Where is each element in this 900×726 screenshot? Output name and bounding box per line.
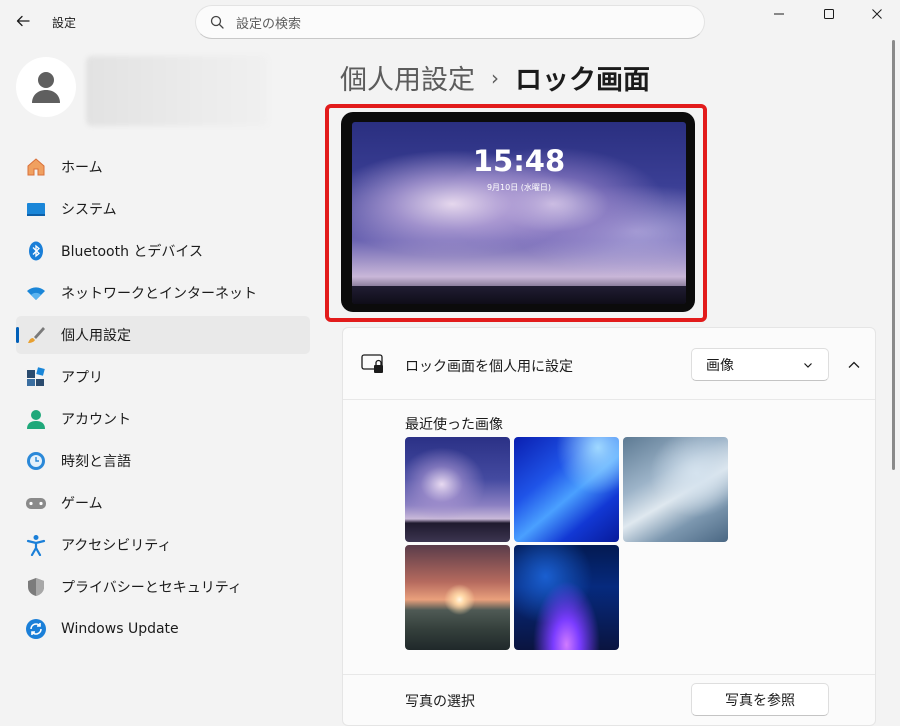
sidebar-item-label: 個人用設定 [61, 328, 131, 344]
time-language-icon [24, 449, 48, 473]
sidebar-nav: ホーム システム Bluetooth とデバイス ネットワークとインターネット … [16, 148, 310, 652]
back-arrow-icon [16, 15, 30, 27]
sidebar-item-accessibility[interactable]: アクセシビリティ [16, 526, 310, 564]
sidebar-item-label: Bluetooth とデバイス [61, 244, 203, 260]
sidebar-item-system[interactable]: システム [16, 190, 310, 228]
breadcrumb: 個人用設定 › ロック画面 [340, 58, 650, 97]
recent-image-5[interactable] [514, 545, 619, 650]
user-icon [32, 72, 60, 103]
system-icon [24, 197, 48, 221]
sidebar-item-personalization[interactable]: 個人用設定 [16, 316, 310, 354]
shield-icon [24, 575, 48, 599]
sidebar-item-label: ホーム [61, 160, 103, 176]
background-type-dropdown[interactable]: 画像 [691, 348, 829, 381]
sidebar-item-network[interactable]: ネットワークとインターネット [16, 274, 310, 312]
sidebar-item-label: 時刻と言語 [61, 454, 131, 470]
preview-horizon [352, 286, 686, 304]
search-input[interactable]: 設定の検索 [236, 13, 301, 32]
close-button[interactable] [862, 4, 892, 24]
close-icon [872, 9, 882, 19]
update-icon [24, 617, 48, 641]
sidebar-item-windows-update[interactable]: Windows Update [16, 610, 310, 648]
profile-info-blurred [86, 56, 268, 126]
scrollbar[interactable] [892, 40, 895, 470]
lock-screen-settings-card: ロック画面を個人用に設定 画像 最近使った画像 写真の選択 写真を参照 [342, 327, 876, 726]
search-box[interactable]: 設定の検索 [195, 5, 705, 39]
wifi-icon [24, 281, 48, 305]
preview-clock-date: 9月10日 (水曜日) [486, 183, 552, 192]
minimize-button[interactable] [764, 4, 794, 24]
brush-icon [24, 323, 48, 347]
preview-clock-time: 15:48 [472, 144, 566, 178]
photo-select-label: 写真の選択 [405, 694, 475, 710]
lock-screen-icon [361, 354, 383, 373]
avatar[interactable] [16, 57, 76, 117]
back-button[interactable] [8, 6, 38, 36]
recent-image-3[interactable] [623, 437, 728, 542]
sidebar-item-label: ネットワークとインターネット [61, 286, 257, 302]
app-title: 設定 [52, 16, 77, 30]
sidebar-item-label: アクセシビリティ [61, 538, 172, 554]
bluetooth-icon [24, 239, 48, 263]
recent-images-label: 最近使った画像 [405, 417, 503, 433]
dropdown-value: 画像 [706, 357, 734, 374]
apps-icon [24, 365, 48, 389]
sidebar-item-home[interactable]: ホーム [16, 148, 310, 186]
maximize-button[interactable] [814, 4, 844, 24]
sidebar-item-label: システム [61, 202, 117, 218]
chevron-down-icon [804, 362, 812, 368]
recent-image-4[interactable] [405, 545, 510, 650]
sidebar-item-label: ゲーム [61, 496, 103, 512]
gamepad-icon [24, 491, 48, 515]
recent-image-1[interactable] [405, 437, 510, 542]
sidebar-item-label: アプリ [61, 370, 103, 386]
breadcrumb-parent[interactable]: 個人用設定 [340, 58, 475, 97]
sidebar-item-time-language[interactable]: 時刻と言語 [16, 442, 310, 480]
sidebar-item-bluetooth[interactable]: Bluetooth とデバイス [16, 232, 310, 270]
maximize-icon [824, 9, 834, 19]
sidebar-item-label: アカウント [61, 412, 131, 428]
photo-select-row: 写真の選択 写真を参照 [343, 675, 875, 725]
account-icon [24, 407, 48, 431]
sidebar-item-apps[interactable]: アプリ [16, 358, 310, 396]
chevron-up-icon [848, 361, 860, 368]
collapse-button[interactable] [839, 350, 869, 380]
page-title: ロック画面 [515, 65, 650, 96]
minimize-icon [774, 13, 784, 15]
accessibility-icon [24, 533, 48, 557]
home-icon [24, 155, 48, 179]
lock-screen-card-title: ロック画面を個人用に設定 [405, 359, 573, 375]
sidebar-item-privacy[interactable]: プライバシーとセキュリティ [16, 568, 310, 606]
sidebar-item-accounts[interactable]: アカウント [16, 400, 310, 438]
breadcrumb-separator: › [491, 65, 499, 90]
lock-screen-card-header[interactable]: ロック画面を個人用に設定 画像 [343, 328, 875, 400]
recent-image-2[interactable] [514, 437, 619, 542]
sidebar-item-label: プライバシーとセキュリティ [61, 580, 242, 596]
search-icon [210, 15, 224, 29]
browse-photos-button[interactable]: 写真を参照 [691, 683, 829, 716]
sidebar-item-label: Windows Update [61, 621, 179, 637]
lock-screen-preview: 15:48 9月10日 (水曜日) [352, 122, 686, 304]
sidebar-item-gaming[interactable]: ゲーム [16, 484, 310, 522]
recent-images-section: 最近使った画像 [343, 400, 875, 675]
